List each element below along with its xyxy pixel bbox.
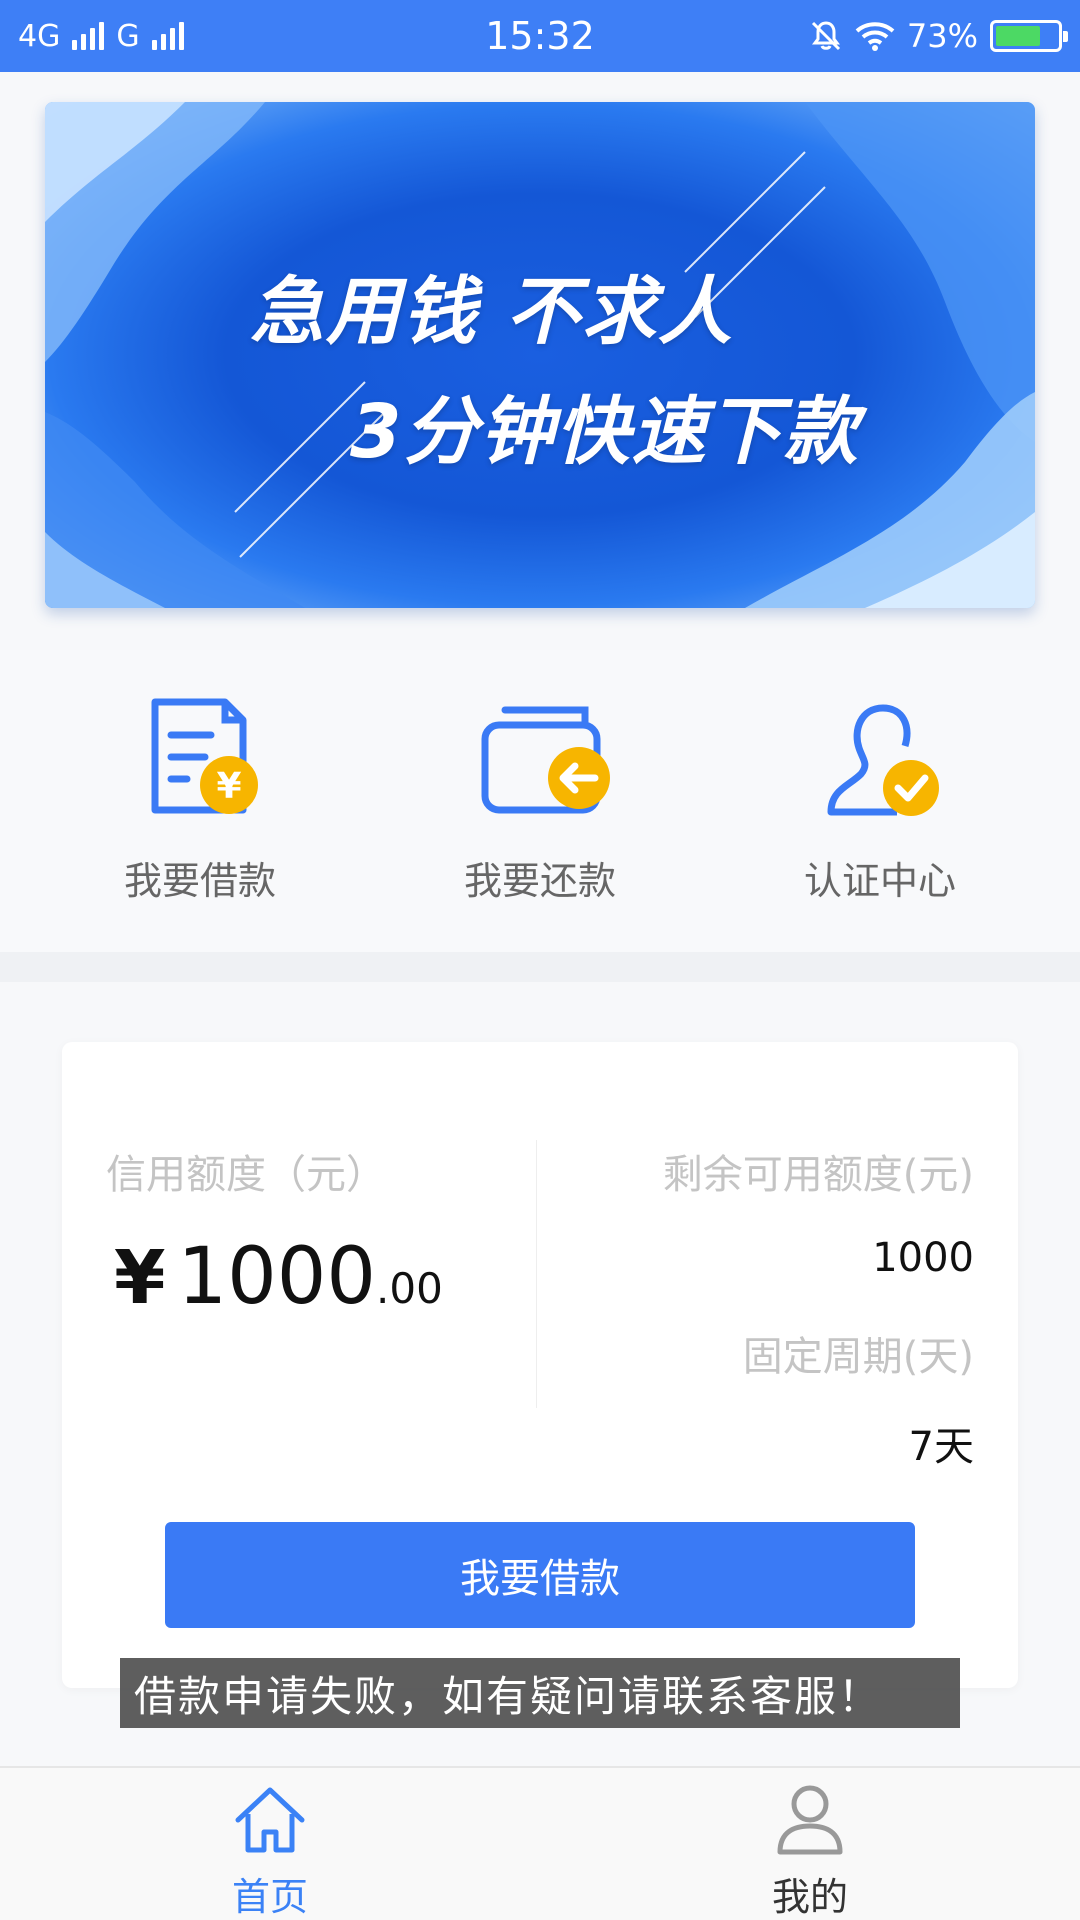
credit-card: 信用额度（元） ¥ 1000 .00 剩余可用额度(元) 1000 固定周期(天… [62, 1042, 1018, 1688]
section-divider [0, 952, 1080, 982]
remaining-limit-label: 剩余可用额度(元) [662, 1152, 974, 1198]
credit-limit-amount: ¥ 1000 .00 [114, 1232, 443, 1322]
amount-integer: 1000 [177, 1232, 377, 1322]
period-value: 7天 [908, 1424, 974, 1470]
verify-user-icon [827, 704, 939, 816]
svg-text:¥: ¥ [216, 766, 241, 807]
card-divider [536, 1140, 537, 1408]
signal-area: 4G G [18, 19, 184, 54]
bottom-nav: 首页 我的 [0, 1766, 1080, 1920]
home-icon [235, 1787, 305, 1853]
menu-label: 我要借款 [123, 859, 276, 903]
status-right: 73% [809, 17, 1068, 55]
quick-menu: ¥ 我要借款 我要还款 认证中心 [0, 650, 1080, 952]
borrow-button[interactable]: 我要借款 [165, 1522, 915, 1628]
tab-mine[interactable]: 我的 [700, 1778, 920, 1920]
tab-home-label: 首页 [231, 1875, 308, 1919]
credit-limit-label: 信用额度（元） [106, 1152, 386, 1198]
banner-headline: 急用钱 不求人 [250, 269, 734, 355]
repay-wallet-icon [481, 706, 610, 814]
banner-subheadline: 3分钟快速下款 [350, 389, 860, 475]
battery-icon [990, 20, 1068, 52]
network-type-1: 4G [18, 18, 61, 54]
loan-document-icon: ¥ [151, 698, 258, 814]
signal-icon [72, 22, 105, 50]
battery-percent: 73% [906, 17, 978, 55]
menu-item-verify[interactable]: 认证中心 [710, 690, 1050, 905]
currency-symbol: ¥ [114, 1235, 166, 1321]
menu-label: 我要还款 [463, 859, 616, 903]
tab-home[interactable]: 首页 [160, 1778, 380, 1920]
error-toast: 借款申请失败，如有疑问请联系客服！ [120, 1658, 960, 1728]
menu-item-repay[interactable]: 我要还款 [370, 690, 710, 905]
network-type-2: G [116, 18, 140, 54]
user-icon [777, 1785, 843, 1855]
period-label: 固定周期(天) [742, 1334, 974, 1380]
amount-decimal: .00 [376, 1264, 443, 1313]
tab-mine-label: 我的 [771, 1875, 848, 1919]
signal-icon [151, 22, 184, 50]
menu-item-borrow[interactable]: ¥ 我要借款 [30, 690, 370, 905]
remaining-limit-value: 1000 [872, 1235, 974, 1281]
menu-label: 认证中心 [803, 859, 956, 903]
status-bar: 4G G 15:32 73% [0, 0, 1080, 72]
wifi-icon [855, 22, 895, 51]
mute-bell-icon [811, 21, 840, 51]
promo-banner[interactable]: 急用钱 不求人 3分钟快速下款 [45, 102, 1035, 608]
